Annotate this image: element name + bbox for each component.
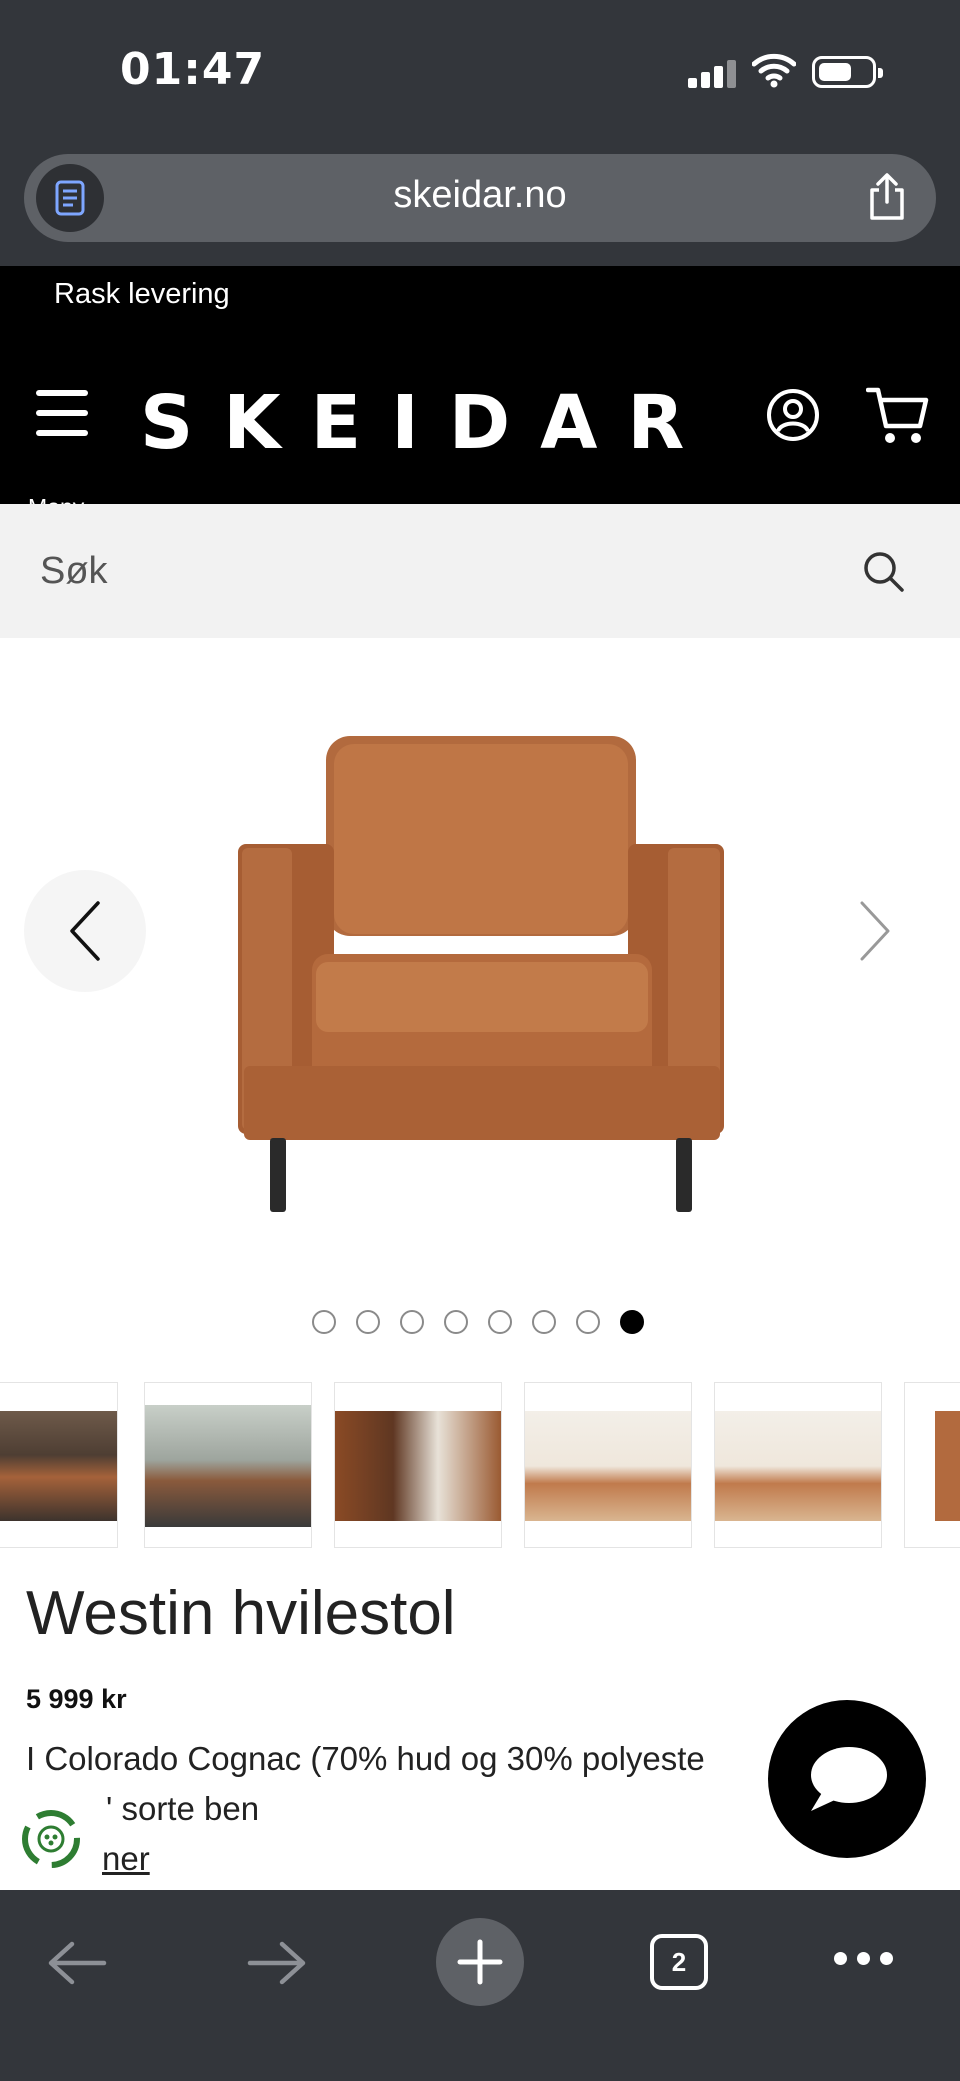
thumbnail-5[interactable]	[714, 1382, 882, 1548]
product-description-line2: ' sorte ben	[106, 1790, 260, 1827]
product-description: I Colorado Cognac (70% hud og 30% polyes…	[26, 1740, 705, 1777]
user-circle-icon[interactable]	[766, 388, 820, 442]
status-time: 01:47	[120, 44, 266, 95]
site-logo[interactable]: SKEIDAR	[140, 380, 714, 466]
gallery-dot[interactable]	[576, 1310, 600, 1334]
plus-icon	[457, 1939, 503, 1985]
share-icon[interactable]	[866, 172, 908, 222]
thumbnail-3[interactable]	[334, 1382, 502, 1548]
wifi-icon	[752, 53, 796, 88]
gallery-dot[interactable]	[312, 1310, 336, 1334]
gallery-dot[interactable]	[444, 1310, 468, 1334]
promo-text: Rask levering	[54, 278, 230, 310]
promo-bar: Rask levering	[0, 266, 960, 348]
gallery-prev-button[interactable]	[24, 870, 146, 992]
new-tab-button[interactable]	[436, 1918, 524, 2006]
read-more-link[interactable]: ner	[102, 1840, 150, 1878]
browser-top-chrome: 01:47 skeidar.no	[0, 0, 960, 266]
hamburger-icon	[36, 390, 88, 396]
site-header: Meny SKEIDAR	[0, 348, 960, 520]
product-image[interactable]	[224, 686, 736, 1246]
thumbnail-2[interactable]	[144, 1382, 312, 1548]
browser-toolbar: 2	[0, 1890, 960, 2081]
arrow-right-icon[interactable]	[246, 1940, 308, 1986]
url-text[interactable]: skeidar.no	[24, 174, 936, 217]
menu-button[interactable]: Meny	[28, 390, 96, 520]
gallery-dot[interactable]	[620, 1310, 644, 1334]
thumbnail-4[interactable]	[524, 1382, 692, 1548]
chevron-left-icon	[70, 901, 100, 961]
chat-button[interactable]	[768, 1700, 926, 1858]
search-input[interactable]	[40, 544, 740, 598]
product-price: 5 999 kr	[26, 1684, 127, 1714]
chat-bubble-icon	[811, 1747, 887, 1811]
battery-icon	[812, 56, 883, 88]
cart-icon[interactable]	[866, 386, 930, 446]
gallery-dot[interactable]	[488, 1310, 512, 1334]
recycle-icon[interactable]	[16, 1804, 86, 1874]
chevron-right-icon	[860, 901, 890, 961]
product-gallery	[0, 638, 960, 1338]
thumbnail-strip	[0, 1382, 960, 1548]
arrow-left-icon[interactable]	[46, 1940, 108, 1986]
search-icon[interactable]	[862, 550, 906, 594]
gallery-pagination	[312, 1310, 644, 1334]
search-bar	[0, 504, 960, 638]
gallery-dot[interactable]	[356, 1310, 380, 1334]
gallery-dot[interactable]	[400, 1310, 424, 1334]
cellular-signal-icon	[688, 58, 736, 88]
address-bar[interactable]: skeidar.no	[24, 154, 936, 242]
tabs-button[interactable]: 2	[650, 1934, 708, 1990]
gallery-dot[interactable]	[532, 1310, 556, 1334]
thumbnail-1[interactable]	[0, 1382, 118, 1548]
product-title: Westin hvilestol	[26, 1579, 456, 1648]
thumbnail-6[interactable]	[904, 1382, 960, 1548]
gallery-next-button[interactable]	[814, 870, 936, 992]
more-icon[interactable]	[834, 1952, 893, 1965]
